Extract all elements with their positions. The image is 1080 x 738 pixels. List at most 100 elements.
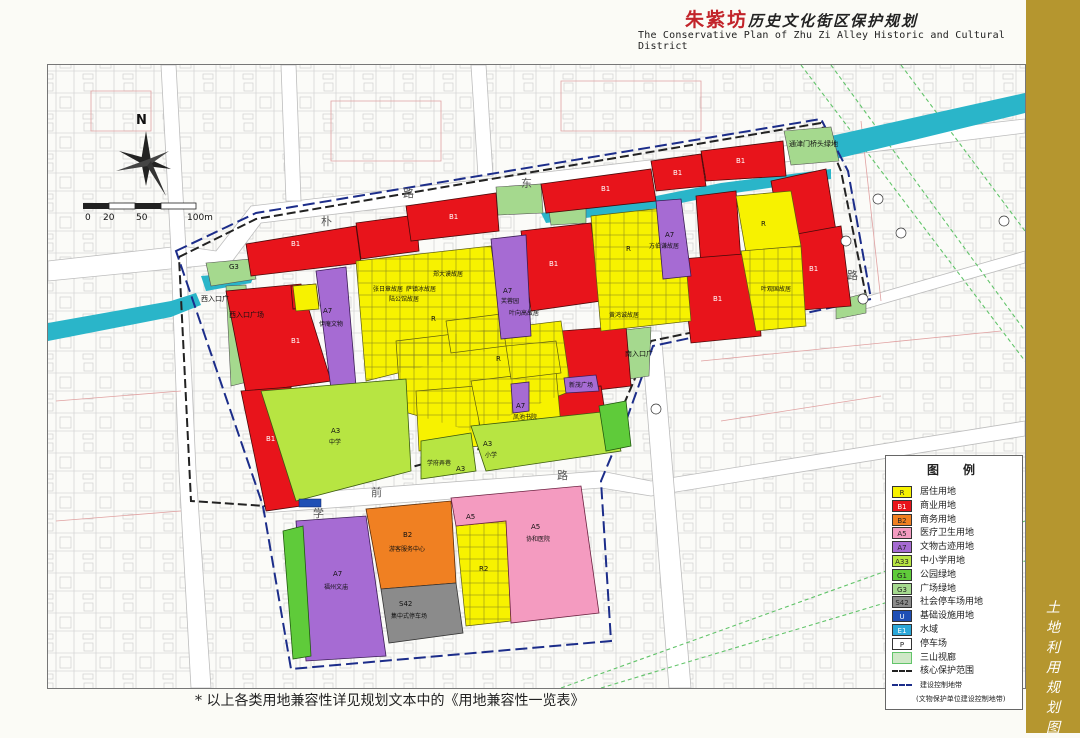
label-fuzhu: 学府弄巷 xyxy=(427,459,451,467)
legend-swatch: U xyxy=(892,610,912,623)
legend-label: 商业用地 xyxy=(920,500,957,511)
vertical-title: 土地利用规划图 xyxy=(1046,600,1060,736)
label-b2: B2 xyxy=(403,531,412,539)
label-ne-gate: 通津门桥头绿地 xyxy=(789,139,838,148)
legend-label: (文物保护单位建设控制地带) xyxy=(916,695,1006,703)
label-a7-b: A7 xyxy=(503,287,512,295)
english-title: The Conservative Plan of Zhu Zi Alley Hi… xyxy=(638,30,1006,52)
legend-label: 广场绿地 xyxy=(920,583,957,594)
legend: 图 例 R 居住用地 B1 商业用地 B2 商务用地 A5 医疗卫生用地 A7 文物古迹用地 A33… xyxy=(885,455,1023,710)
street-name-s: 路 xyxy=(557,469,568,482)
chinese-title: 朱紫坊历史文化街区保护规划 xyxy=(685,5,918,32)
street-name-n2: 东 xyxy=(521,177,532,190)
scale-tick-20: 20 xyxy=(103,213,115,223)
legend-label: 社会停车场用地 xyxy=(920,597,984,608)
label-sa: 萨镇冰故居 xyxy=(406,285,436,293)
legend-swatch: G1 xyxy=(892,568,912,581)
legend-item: 建设控制地带 xyxy=(892,679,1020,693)
label-parking-lot: 集中式停车场 xyxy=(391,612,427,620)
label-fangshou: 方伯谦故居 xyxy=(649,242,679,250)
label-b1-b: B1 xyxy=(449,213,458,221)
legend-item: A33 中小学用地 xyxy=(892,555,1020,569)
scale-tick-100: 100m xyxy=(187,213,213,223)
legend-swatch xyxy=(892,684,912,687)
north-label: N xyxy=(136,113,147,128)
legend-label: 文物古迹用地 xyxy=(920,542,975,553)
legend-label: 居住用地 xyxy=(920,487,957,497)
label-west-gate2: 西入口广 xyxy=(201,294,229,303)
footnote: * 以上各类用地兼容性详见规划文本中的《用地兼容性一览表》 xyxy=(195,693,585,709)
title-district-name: 朱紫坊 xyxy=(685,9,749,31)
label-a3-b: A3 xyxy=(483,440,492,448)
label-furong: 芙蓉园 xyxy=(501,297,519,305)
label-b1-d: B1 xyxy=(673,169,682,177)
legend-label: 建设控制地带 xyxy=(920,681,962,690)
street-name-n3: 朴 xyxy=(321,214,332,228)
label-a5: A5 xyxy=(531,523,540,531)
label-b1-e: B1 xyxy=(736,157,745,165)
label-yishu: 伊庵文物 xyxy=(319,320,343,328)
scale-bar xyxy=(83,202,197,210)
label-yeguan: 叶观国故居 xyxy=(761,285,791,293)
label-b1-c: B1 xyxy=(601,185,610,193)
label-s42: S42 xyxy=(399,600,412,608)
infrastructure-u xyxy=(298,498,322,508)
legend-label: 中小学用地 xyxy=(920,556,966,566)
legend-label: 医疗卫生用地 xyxy=(920,528,975,539)
legend-item: A5 医疗卫生用地 xyxy=(892,527,1020,541)
header: 朱紫坊历史文化街区保护规划 The Conservative Plan of Z… xyxy=(0,0,1026,62)
legend-label: 三山视廊 xyxy=(920,652,957,663)
label-b1-a: B1 xyxy=(291,240,300,248)
label-zhangri: 张日章故居 xyxy=(373,285,403,293)
label-b1-h: B1 xyxy=(549,260,558,268)
label-west-gate: 西入口广场 xyxy=(229,310,264,319)
legend-label: 水域 xyxy=(920,625,939,635)
label-a7-a: A7 xyxy=(323,307,332,315)
label-fuzhou: 福州文庙 xyxy=(324,583,348,591)
legend-swatch: A33 xyxy=(892,555,912,567)
label-r-c: R xyxy=(761,220,766,228)
commerce-b2 xyxy=(365,500,457,590)
label-g3: G3 xyxy=(229,263,239,271)
legend-swatch xyxy=(892,670,912,673)
label-b1-j: B1 xyxy=(291,337,300,345)
street-name-n1: 路 xyxy=(403,187,414,200)
street-name-s3: 学 xyxy=(313,506,324,520)
label-a7-d: A7 xyxy=(516,402,525,410)
label-hospital: 协和医院 xyxy=(526,535,550,543)
legend-label: 核心保护范围 xyxy=(920,666,975,677)
legend-item: E1 水域 xyxy=(892,624,1020,638)
label-south-gate: 南入口广 xyxy=(625,349,653,358)
street-name-s2: 前 xyxy=(371,485,382,499)
legend-label: 停车场 xyxy=(920,638,948,649)
legend-swatch: B2 xyxy=(892,513,912,526)
label-yexiang: 叶向高故居 xyxy=(509,309,539,317)
legend-item: B2 商务用地 xyxy=(892,513,1020,528)
label-a3-c: A3 xyxy=(456,465,465,473)
legend-item: U 基础设施用地 xyxy=(892,610,1020,624)
label-fengzhu: 凤池书院 xyxy=(513,413,537,421)
map-frame: N 0 20 50 100m G3 B1 B1 B1 B1 B1 B1 B1 B… xyxy=(47,64,1026,689)
label-primary-school: 小学 xyxy=(485,451,497,459)
label-middle-school: 中学 xyxy=(329,438,341,446)
legend-item: P 停车场 xyxy=(892,637,1020,652)
label-a7-c: A7 xyxy=(665,231,674,239)
label-a7-e: A7 xyxy=(333,570,342,578)
label-a5-b: A5 xyxy=(466,513,475,521)
legend-item: G3 广场绿地 xyxy=(892,582,1020,597)
legend-item: S42 社会停车场用地 xyxy=(892,596,1020,610)
label-r-d: R xyxy=(496,355,501,363)
legend-swatch: G3 xyxy=(892,582,912,595)
label-lu: 陆公馆故居 xyxy=(389,295,419,303)
title-plan-name: 历史文化街区保护规划 xyxy=(748,12,919,30)
legend-swatch: P xyxy=(892,637,912,650)
label-r-a: R xyxy=(431,315,436,323)
scale-tick-0: 0 xyxy=(85,213,91,223)
legend-swatch: A5 xyxy=(892,527,912,540)
legend-swatch xyxy=(892,651,912,664)
label-r-b: R xyxy=(626,245,631,253)
label-b1-g: B1 xyxy=(713,295,722,303)
legend-label: 公园绿地 xyxy=(920,569,957,580)
label-visitor-center: 游客服务中心 xyxy=(389,545,425,553)
street-name-e: 路 xyxy=(847,269,858,282)
